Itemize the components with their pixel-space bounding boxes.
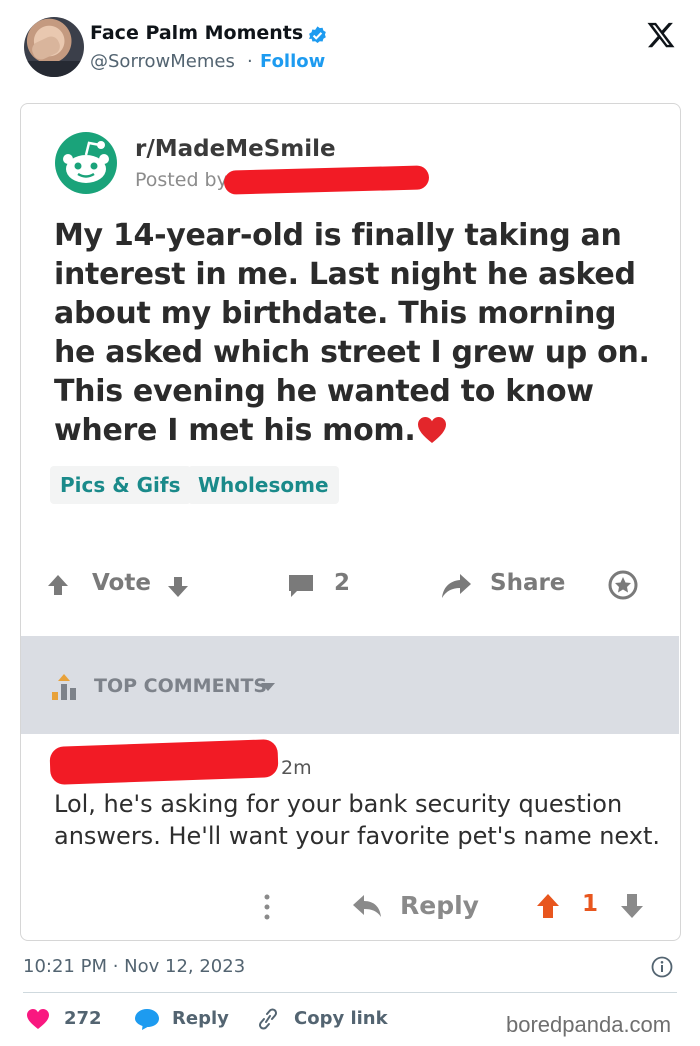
post-body-text: My 14-year-old is finally taking an inte… [54,218,650,448]
like-count[interactable]: 272 [64,1008,102,1029]
reply-arrow-icon[interactable] [352,893,382,919]
link-icon[interactable] [256,1008,280,1030]
subreddit-name[interactable]: r/MadeMeSmile [135,136,336,162]
footer-divider [23,992,677,993]
top-comments-label[interactable]: TOP COMMENTS [94,675,267,697]
more-options-icon[interactable] [262,893,272,921]
author-handle[interactable]: @SorrowMemes [90,51,235,72]
comment-upvote-icon[interactable] [536,893,560,919]
author-name[interactable]: Face Palm Moments [90,22,303,44]
tag-wholesome[interactable]: Wholesome [188,466,339,504]
share-label[interactable]: Share [490,570,565,596]
comment-icon[interactable] [287,573,315,599]
downvote-icon[interactable] [166,575,190,599]
author-avatar[interactable] [24,17,84,77]
follow-button[interactable]: Follow [260,51,325,72]
posted-by-label: Posted by [135,169,228,191]
x-logo-icon[interactable] [646,20,676,50]
tag-pics-gifs[interactable]: Pics & Gifs [50,466,191,504]
like-icon[interactable] [26,1008,50,1030]
tweet-timestamp[interactable]: 10:21 PM · Nov 12, 2023 [23,956,245,977]
award-icon[interactable] [608,570,638,600]
share-icon[interactable] [440,572,472,600]
verified-badge-icon [309,26,326,43]
upvote-icon[interactable] [46,573,70,597]
reply-button[interactable]: Reply [172,1008,229,1029]
redacted-commenter [49,739,279,785]
post-body: My 14-year-old is finally taking an inte… [54,216,654,450]
comment-downvote-icon[interactable] [620,893,644,919]
reply-bubble-icon[interactable] [134,1007,160,1031]
comment-time: 2m [281,757,312,779]
comment-text: Lol, he's asking for your bank security … [54,790,661,850]
comment-count[interactable]: 2 [334,570,350,596]
chevron-down-icon[interactable] [260,682,276,692]
reddit-snoo-icon [55,132,117,194]
info-icon[interactable] [651,956,673,978]
watermark: boredpanda.com [506,1012,672,1037]
vote-label: Vote [92,570,151,596]
sort-bars-icon [52,674,76,700]
copy-link-button[interactable]: Copy link [294,1008,388,1029]
handle-separator: · [247,51,253,72]
comment-reply-button[interactable]: Reply [400,891,479,920]
heart-emoji-icon [418,417,447,443]
comment-score: 1 [582,891,599,917]
